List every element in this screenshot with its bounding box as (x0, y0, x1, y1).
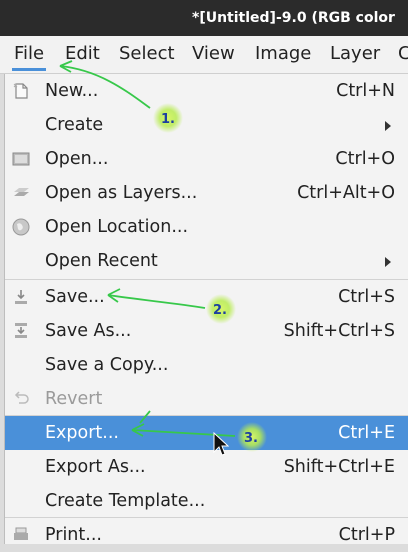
menu-item-open-location[interactable]: Open Location... (5, 210, 408, 244)
menu-item-label: Open Location... (45, 217, 189, 237)
menu-item-print[interactable]: Print... Ctrl+P (5, 518, 408, 552)
layers-icon (14, 188, 29, 196)
menu-item-create[interactable]: Create (5, 108, 408, 142)
revert-icon (14, 391, 29, 404)
menu-item-export-as[interactable]: Export As... Shift+Ctrl+E (5, 450, 408, 484)
menu-item-label: Create Template... (45, 491, 206, 511)
open-image-icon (12, 152, 30, 166)
menu-item-label: Print... (45, 525, 102, 545)
menu-layer[interactable]: Layer (324, 36, 386, 73)
window-title-bar: *[Untitled]-9.0 (RGB color (0, 0, 408, 36)
menu-item-label: Open Recent (45, 251, 158, 271)
menu-item-shortcut: Ctrl+E (338, 423, 395, 443)
menu-item-new[interactable]: New... Ctrl+N (5, 74, 408, 108)
menu-item-label: Open... (45, 149, 109, 169)
menu-item-label: Create (45, 115, 104, 135)
menu-item-label: Save... (45, 287, 105, 307)
menu-view[interactable]: View (186, 36, 241, 73)
menu-item-shortcut: Shift+Ctrl+E (283, 457, 395, 477)
menu-item-label: Export... (45, 423, 119, 443)
submenu-arrow-icon (385, 257, 391, 267)
menu-item-open-as-layers[interactable]: Open as Layers... Ctrl+Alt+O (5, 176, 408, 210)
menu-item-shortcut: Ctrl+N (336, 81, 395, 101)
menu-edit[interactable]: Edit (59, 36, 106, 73)
menu-item-open[interactable]: Open... Ctrl+O (5, 142, 408, 176)
mouse-cursor-icon (213, 432, 229, 456)
menu-item-revert: Revert (5, 382, 408, 416)
menu-item-create-template[interactable]: Create Template... (5, 484, 408, 518)
menu-image[interactable]: Image (249, 36, 317, 73)
save-icon (15, 290, 27, 304)
menu-item-shortcut: Ctrl+P (338, 525, 395, 545)
menu-item-label: Open as Layers... (45, 183, 198, 203)
menu-item-save-a-copy[interactable]: Save a Copy... (5, 348, 408, 382)
menu-item-label: Save a Copy... (45, 355, 169, 375)
menu-item-shortcut: Ctrl+S (338, 287, 395, 307)
globe-icon (12, 218, 30, 236)
menu-item-export[interactable]: Export... Ctrl+E (5, 416, 408, 450)
menu-select[interactable]: Select (113, 36, 181, 73)
menu-item-label: Save As... (45, 321, 132, 341)
menu-item-shortcut: Ctrl+Alt+O (297, 183, 395, 203)
menu-bar: File Edit Select View Image Layer C (0, 36, 408, 74)
file-menu-dropdown: New... Ctrl+N Create Open... Ctrl+O Open… (4, 74, 408, 545)
menu-item-shortcut: Ctrl+O (335, 149, 395, 169)
submenu-arrow-icon (385, 121, 391, 131)
menu-colors-truncated[interactable]: C (392, 36, 408, 73)
menu-item-label: Revert (45, 389, 103, 409)
menu-item-label: Export As... (45, 457, 146, 477)
print-icon (14, 527, 28, 540)
menu-item-label: New... (45, 81, 99, 101)
save-as-icon (15, 323, 27, 338)
menu-item-open-recent[interactable]: Open Recent (5, 244, 408, 278)
menu-item-shortcut: Shift+Ctrl+S (283, 321, 395, 341)
window-title: *[Untitled]-9.0 (RGB color (192, 10, 395, 26)
menu-item-save-as[interactable]: Save As... Shift+Ctrl+S (5, 314, 408, 348)
menu-item-save[interactable]: Save... Ctrl+S (5, 280, 408, 314)
new-document-icon (13, 83, 28, 99)
menu-file[interactable]: File (8, 36, 50, 73)
